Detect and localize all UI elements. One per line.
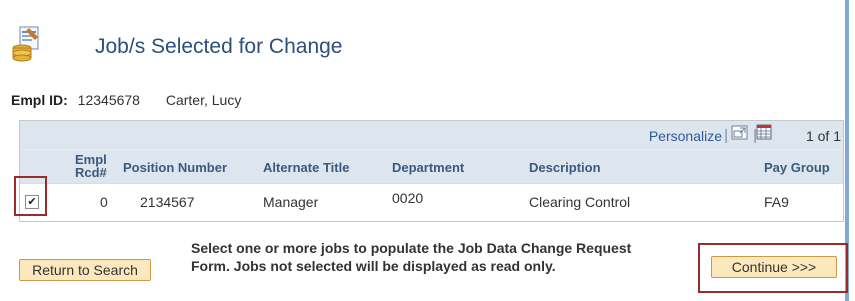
return-to-search-button[interactable]: Return to Search <box>19 259 151 281</box>
jobs-grid: Personalize | | 1 of 1 Empl Rcd# Positio… <box>14 120 844 222</box>
job-documents-icon <box>11 26 43 64</box>
page-info: 1 of 1 <box>805 128 841 144</box>
cell-description: Clearing Control <box>529 194 631 210</box>
col-description: Description <box>529 160 601 175</box>
download-grid-icon[interactable] <box>756 124 772 140</box>
col-position-number: Position Number <box>123 160 228 175</box>
col-department: Department <box>392 160 465 175</box>
separator: | <box>724 127 728 144</box>
col-alternate-title: Alternate Title <box>263 160 350 175</box>
col-empl-rcd: Empl Rcd# <box>75 153 107 179</box>
cell-department: 0020 <box>392 190 424 206</box>
personalize-link[interactable]: Personalize <box>649 128 722 144</box>
page-title: Job/s Selected for Change <box>95 35 343 58</box>
grid-nav-bar: Personalize | | 1 of 1 <box>20 121 843 149</box>
instruction-text: Select one or more jobs to populate the … <box>191 239 711 275</box>
continue-button[interactable]: Continue >>> <box>711 256 837 278</box>
cell-pay-group: FA9 <box>764 194 789 210</box>
employee-info: Empl ID: 12345678 Carter, Lucy <box>11 92 241 108</box>
instruction-line2: Form. Jobs not selected will be displaye… <box>191 258 556 274</box>
cell-position-number: 2134567 <box>140 194 195 210</box>
checkbox-checked-icon: ✔ <box>27 196 37 208</box>
cell-alternate-title: Manager <box>263 194 319 210</box>
table-row: ✔ 0 2134567 Manager 0020 Clearing Contro… <box>14 176 843 220</box>
empl-id-value: 12345678 <box>77 92 140 108</box>
employee-name: Carter, Lucy <box>165 92 242 108</box>
instruction-line1: Select one or more jobs to populate the … <box>191 240 632 256</box>
col-empl-rcd-line2: Rcd# <box>75 165 107 180</box>
row-select-checkbox[interactable]: ✔ <box>25 195 39 209</box>
col-pay-group: Pay Group <box>764 160 830 175</box>
zoom-icon[interactable] <box>731 125 749 141</box>
empl-id-label: Empl ID: <box>11 92 68 108</box>
grid-header-row: Empl Rcd# Position Number Alternate Titl… <box>20 149 843 184</box>
cell-empl-rcd: 0 <box>100 194 108 210</box>
